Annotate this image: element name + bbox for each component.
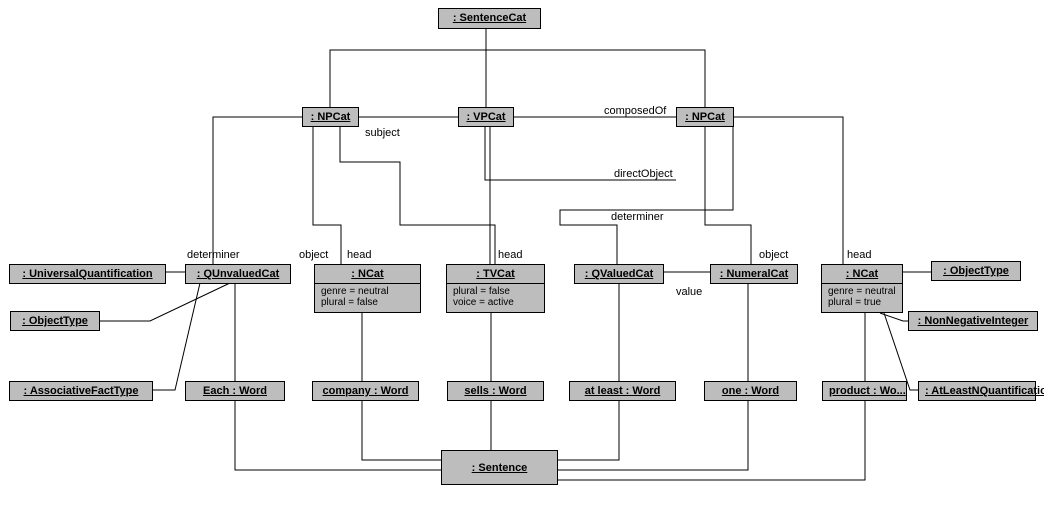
title-object-type-1: : ObjectType — [11, 312, 99, 330]
title-object-type-2: : ObjectType — [932, 262, 1020, 280]
title-npcat-1: : NPCat — [303, 108, 358, 126]
node-atleast-word: at least : Word — [569, 381, 676, 401]
node-qvalued-cat: : QValuedCat — [574, 264, 664, 284]
title-atleast-word: at least : Word — [570, 382, 675, 400]
title-qvalued-cat: : QValuedCat — [575, 265, 663, 283]
node-tvcat: : TVCat plural = false voice = active — [446, 264, 545, 313]
title-one-word: one : Word — [705, 382, 796, 400]
node-npcat-1: : NPCat — [302, 107, 359, 127]
node-qunvalued-cat: : QUnvaluedCat — [185, 264, 291, 284]
title-ncat-2: : NCat — [822, 265, 902, 283]
title-product-word: product : Wo... — [823, 382, 906, 400]
node-ncat-1: : NCat genre = neutral plural = false — [314, 264, 421, 313]
title-sells-word: sells : Word — [448, 382, 543, 400]
node-sells-word: sells : Word — [447, 381, 544, 401]
node-object-type-2: : ObjectType — [931, 261, 1021, 281]
node-sentence: : Sentence — [441, 450, 558, 485]
node-atleast-n-quant: : AtLeastNQuantification — [918, 381, 1036, 401]
title-atleast-n-quant: : AtLeastNQuantification — [919, 382, 1035, 400]
title-vpcat: : VPCat — [459, 108, 513, 126]
node-vpcat: : VPCat — [458, 107, 514, 127]
label-head-3: head — [847, 249, 871, 261]
node-one-word: one : Word — [704, 381, 797, 401]
node-ncat-2: : NCat genre = neutral plural = true — [821, 264, 903, 313]
label-determiner-2: determiner — [611, 211, 664, 223]
title-company-word: company : Word — [313, 382, 418, 400]
title-tvcat: : TVCat — [447, 265, 544, 283]
title-ncat-1: : NCat — [315, 265, 420, 283]
node-universal-quant: : UniversalQuantification — [9, 264, 166, 284]
title-nonneg-int: : NonNegativeInteger — [909, 312, 1037, 330]
attr-ncat2-2: plural = true — [828, 297, 896, 308]
label-object-1: object — [299, 249, 328, 261]
title-sentence-cat: : SentenceCat — [439, 9, 540, 27]
node-assoc-fact-type: : AssociativeFactType — [9, 381, 153, 401]
node-product-word: product : Wo... — [822, 381, 907, 401]
node-sentence-cat: : SentenceCat — [438, 8, 541, 29]
node-company-word: company : Word — [312, 381, 419, 401]
title-assoc-fact-type: : AssociativeFactType — [10, 382, 152, 400]
title-sentence: : Sentence — [466, 459, 534, 477]
node-object-type-1: : ObjectType — [10, 311, 100, 331]
node-each-word: Each : Word — [185, 381, 285, 401]
label-determiner-1: determiner — [187, 249, 240, 261]
attr-ncat1-2: plural = false — [321, 297, 414, 308]
node-npcat-2: : NPCat — [676, 107, 734, 127]
title-each-word: Each : Word — [186, 382, 284, 400]
label-composedof: composedOf — [604, 105, 666, 117]
attr-ncat1-1: genre = neutral — [321, 286, 414, 297]
label-object-2: object — [759, 249, 788, 261]
node-numeral-cat: : NumeralCat — [710, 264, 798, 284]
node-nonneg-int: : NonNegativeInteger — [908, 311, 1038, 331]
attr-tvcat-1: plural = false — [453, 286, 538, 297]
title-qunvalued-cat: : QUnvaluedCat — [186, 265, 290, 283]
title-numeral-cat: : NumeralCat — [711, 265, 797, 283]
title-universal-quant: : UniversalQuantification — [10, 265, 165, 283]
attr-tvcat-2: voice = active — [453, 297, 538, 308]
attr-ncat2-1: genre = neutral — [828, 286, 896, 297]
title-npcat-2: : NPCat — [677, 108, 733, 126]
label-head-2: head — [498, 249, 522, 261]
label-value: value — [676, 286, 702, 298]
label-head-1: head — [347, 249, 371, 261]
label-subject: subject — [365, 127, 400, 139]
label-directobject: directObject — [614, 168, 673, 180]
